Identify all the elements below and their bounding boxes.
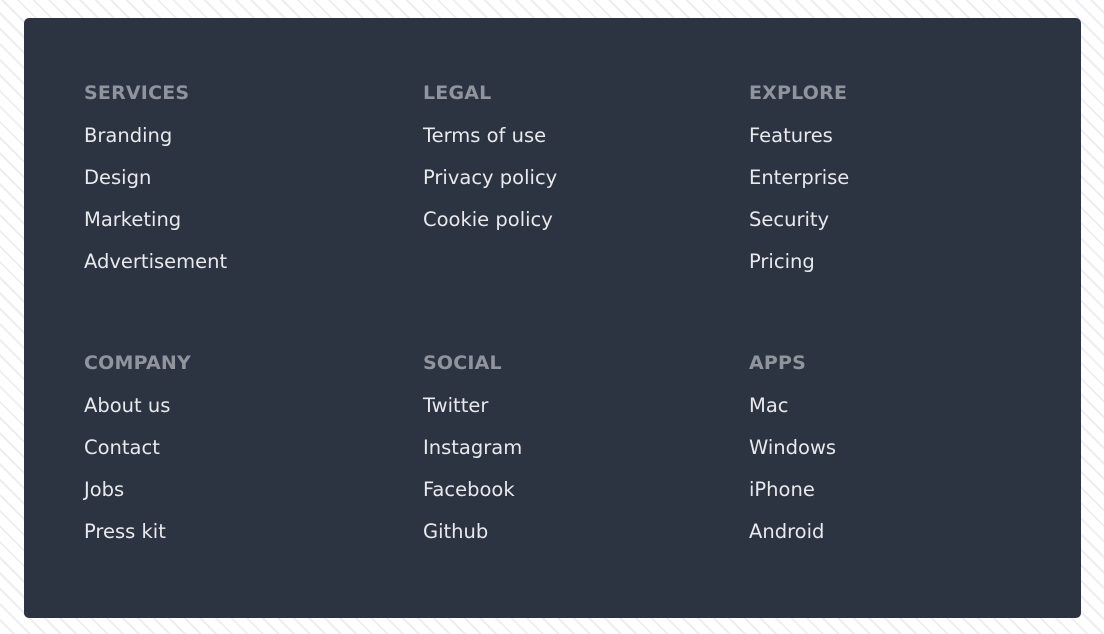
- link-list: Features Enterprise Security Pricing: [749, 124, 849, 292]
- section-title: LEGAL: [423, 82, 492, 104]
- list-item: iPhone: [749, 478, 836, 520]
- link-github[interactable]: Github: [423, 520, 488, 543]
- section-legal: LEGAL Terms of use Privacy policy Cookie…: [423, 82, 557, 250]
- list-item: Twitter: [423, 394, 522, 436]
- list-item: Jobs: [84, 478, 191, 520]
- link-jobs[interactable]: Jobs: [84, 478, 124, 501]
- section-title: APPS: [749, 352, 807, 374]
- section-title: COMPANY: [84, 352, 191, 374]
- list-item: Facebook: [423, 478, 522, 520]
- link-security[interactable]: Security: [749, 208, 829, 231]
- section-apps: APPS Mac Windows iPhone Android: [749, 352, 836, 562]
- list-item: Contact: [84, 436, 191, 478]
- link-branding[interactable]: Branding: [84, 124, 172, 147]
- link-cookie-policy[interactable]: Cookie policy: [423, 208, 553, 231]
- list-item: Terms of use: [423, 124, 557, 166]
- section-title: SOCIAL: [423, 352, 502, 374]
- section-company: COMPANY About us Contact Jobs Press kit: [84, 352, 191, 562]
- list-item: Enterprise: [749, 166, 849, 208]
- link-pricing[interactable]: Pricing: [749, 250, 815, 273]
- link-list: Twitter Instagram Facebook Github: [423, 394, 522, 562]
- list-item: Pricing: [749, 250, 849, 292]
- link-iphone[interactable]: iPhone: [749, 478, 815, 501]
- link-android[interactable]: Android: [749, 520, 824, 543]
- list-item: Advertisement: [84, 250, 227, 292]
- link-twitter[interactable]: Twitter: [423, 394, 488, 417]
- link-marketing[interactable]: Marketing: [84, 208, 181, 231]
- list-item: Marketing: [84, 208, 227, 250]
- section-services: SERVICES Branding Design Marketing Adver…: [84, 82, 227, 292]
- section-social: SOCIAL Twitter Instagram Facebook Github: [423, 352, 522, 562]
- list-item: Windows: [749, 436, 836, 478]
- list-item: Privacy policy: [423, 166, 557, 208]
- link-list: Branding Design Marketing Advertisement: [84, 124, 227, 292]
- link-list: Mac Windows iPhone Android: [749, 394, 836, 562]
- section-title: EXPLORE: [749, 82, 848, 104]
- link-advertisement[interactable]: Advertisement: [84, 250, 227, 273]
- link-enterprise[interactable]: Enterprise: [749, 166, 849, 189]
- link-privacy-policy[interactable]: Privacy policy: [423, 166, 557, 189]
- link-features[interactable]: Features: [749, 124, 833, 147]
- list-item: Mac: [749, 394, 836, 436]
- link-facebook[interactable]: Facebook: [423, 478, 515, 501]
- list-item: Design: [84, 166, 227, 208]
- link-instagram[interactable]: Instagram: [423, 436, 522, 459]
- list-item: Branding: [84, 124, 227, 166]
- list-item: About us: [84, 394, 191, 436]
- link-about-us[interactable]: About us: [84, 394, 170, 417]
- link-list: Terms of use Privacy policy Cookie polic…: [423, 124, 557, 250]
- link-terms-of-use[interactable]: Terms of use: [423, 124, 546, 147]
- section-explore: EXPLORE Features Enterprise Security Pri…: [749, 82, 849, 292]
- link-mac[interactable]: Mac: [749, 394, 789, 417]
- list-item: Features: [749, 124, 849, 166]
- list-item: Github: [423, 520, 522, 562]
- footer-panel: SERVICES Branding Design Marketing Adver…: [24, 18, 1081, 618]
- list-item: Press kit: [84, 520, 191, 562]
- link-contact[interactable]: Contact: [84, 436, 160, 459]
- list-item: Android: [749, 520, 836, 562]
- list-item: Security: [749, 208, 849, 250]
- section-title: SERVICES: [84, 82, 190, 104]
- link-press-kit[interactable]: Press kit: [84, 520, 166, 543]
- list-item: Cookie policy: [423, 208, 557, 250]
- list-item: Instagram: [423, 436, 522, 478]
- link-windows[interactable]: Windows: [749, 436, 836, 459]
- link-list: About us Contact Jobs Press kit: [84, 394, 191, 562]
- link-design[interactable]: Design: [84, 166, 151, 189]
